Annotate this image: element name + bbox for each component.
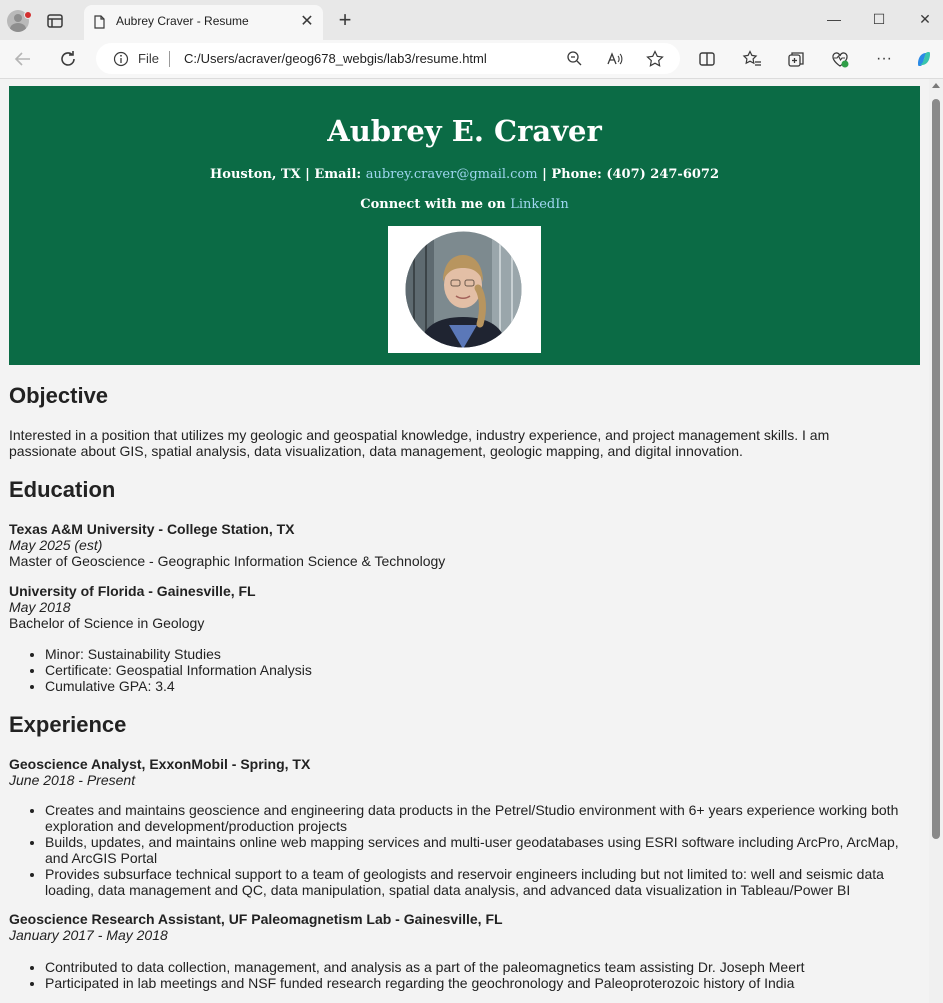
objective-text-line-2: passionate about GIS, spatial analysis, … (9, 443, 743, 459)
vertical-scrollbar[interactable] (929, 79, 943, 1003)
job-date: January 2017 - May 2018 (9, 927, 168, 943)
job-bullets: Creates and maintains geoscience and eng… (9, 802, 915, 898)
address-bar-row: File C:/Users/acraver/geog678_webgis/lab… (0, 40, 943, 79)
split-screen-icon[interactable] (696, 48, 718, 70)
list-item: Cumulative GPA: 3.4 (45, 678, 915, 694)
profile-photo (388, 226, 541, 353)
minimize-icon[interactable]: — (822, 9, 846, 29)
location-text: Houston, TX | Email: (209, 167, 366, 182)
info-icon[interactable] (113, 51, 129, 67)
resume-header: Aubrey E. Craver Houston, TX | Email: au… (9, 86, 920, 365)
refresh-icon[interactable] (57, 48, 79, 70)
school-name: University of Florida - Gainesville, FL (9, 583, 256, 599)
list-item: Certificate: Geospatial Information Anal… (45, 662, 915, 678)
school-degree: Bachelor of Science in Geology (9, 615, 205, 631)
school-date: May 2025 (est) (9, 537, 103, 553)
url-scheme-label: File (138, 51, 159, 66)
page-title: Aubrey E. Craver (327, 114, 602, 148)
connect-line: Connect with me on LinkedIn (9, 197, 920, 212)
tab-strip: Aubrey Craver - Resume ✕ + — ☐ ✕ (0, 0, 943, 40)
contact-line: Houston, TX | Email: aubrey.craver@gmail… (9, 167, 920, 182)
favorites-icon[interactable] (741, 48, 763, 70)
copilot-icon[interactable] (913, 48, 935, 70)
linkedin-link[interactable]: LinkedIn (510, 197, 569, 212)
zoom-icon[interactable] (565, 49, 585, 69)
favorite-star-icon[interactable] (645, 49, 665, 69)
experience-heading: Experience (9, 712, 127, 737)
more-menu-icon[interactable]: ··· (873, 48, 895, 70)
collections-icon[interactable] (785, 48, 807, 70)
education-details-list: Minor: Sustainability Studies Certificat… (9, 646, 915, 694)
education-heading: Education (9, 477, 116, 502)
job-title: Geoscience Research Assistant, UF Paleom… (9, 911, 503, 927)
close-window-icon[interactable]: ✕ (913, 9, 937, 29)
email-link[interactable]: aubrey.craver@gmail.com (366, 167, 538, 182)
school-date: May 2018 (9, 599, 71, 615)
job-bullets: Contributed to data collection, manageme… (9, 959, 915, 991)
url-divider (169, 51, 170, 67)
connect-text: Connect with me on (360, 197, 511, 212)
objective-text-line-1: Interested in a position that utilizes m… (9, 427, 830, 443)
close-tab-icon[interactable]: ✕ (298, 13, 316, 31)
list-item: Builds, updates, and maintains online we… (45, 834, 915, 866)
school-degree: Master of Geoscience - Geographic Inform… (9, 553, 446, 569)
list-item: Provides subsurface technical support to… (45, 866, 915, 898)
notification-dot (24, 11, 32, 19)
profile-photo-image (405, 231, 522, 348)
url-text[interactable]: C:/Users/acraver/geog678_webgis/lab3/res… (184, 51, 487, 66)
tab-resume[interactable]: Aubrey Craver - Resume ✕ (84, 5, 323, 40)
scrollbar-thumb[interactable] (932, 99, 940, 839)
school-name: Texas A&M University - College Station, … (9, 521, 295, 537)
list-item: Contributed to data collection, manageme… (45, 959, 915, 975)
objective-heading: Objective (9, 383, 109, 408)
tab-actions-icon[interactable] (44, 10, 66, 32)
new-tab-icon[interactable]: + (334, 9, 356, 31)
read-aloud-icon[interactable] (605, 49, 625, 69)
tab-title: Aubrey Craver - Resume (116, 14, 249, 28)
list-item: Minor: Sustainability Studies (45, 646, 915, 662)
browser-essentials-icon[interactable] (829, 48, 851, 70)
job-title: Geoscience Analyst, ExxonMobil - Spring,… (9, 756, 311, 772)
phone-text: | Phone: (407) 247-6072 (537, 167, 720, 182)
back-icon[interactable] (12, 48, 34, 70)
maximize-icon[interactable]: ☐ (867, 9, 891, 29)
scroll-up-icon[interactable] (932, 83, 940, 88)
list-item: Creates and maintains geoscience and eng… (45, 802, 915, 834)
document-icon (94, 15, 105, 29)
list-item: Participated in lab meetings and NSF fun… (45, 975, 915, 991)
page-viewport: Aubrey E. Craver Houston, TX | Email: au… (0, 79, 929, 1003)
job-date: June 2018 - Present (9, 772, 136, 788)
url-field[interactable]: File C:/Users/acraver/geog678_webgis/lab… (96, 43, 680, 74)
